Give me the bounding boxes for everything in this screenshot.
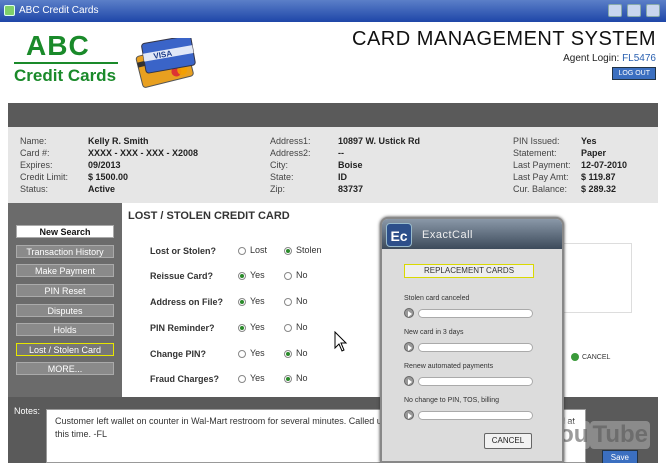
- sidebar-item-more[interactable]: MORE...: [16, 362, 114, 375]
- minimize-button[interactable]: [608, 4, 623, 17]
- radio-lost[interactable]: Lost: [238, 245, 267, 255]
- info-status: Status: Active: [20, 184, 116, 194]
- info-name: Name: Kelly R. Smith: [20, 136, 149, 146]
- sidebar-item-disputes[interactable]: Disputes: [16, 304, 114, 317]
- window-controls: [606, 4, 660, 20]
- form-side-box: [552, 243, 632, 313]
- radio-reissue-no[interactable]: No: [284, 270, 308, 280]
- sidebar-item-transaction-history[interactable]: Transaction History: [16, 245, 114, 258]
- dialog-cancel-button[interactable]: CANCEL: [484, 433, 532, 449]
- info-zip: Zip: 83737: [270, 184, 364, 194]
- form-heading: LOST / STOLEN CREDIT CARD: [128, 210, 290, 222]
- radio-pin-reminder-yes[interactable]: Yes: [238, 322, 265, 332]
- window-title: ABC Credit Cards: [19, 5, 99, 16]
- radio-icon[interactable]: [238, 246, 246, 255]
- header-band: [8, 103, 658, 127]
- sidebar-item-pin-reset[interactable]: PIN Reset: [16, 284, 114, 297]
- info-credit-limit: Credit Limit: $ 1500.00: [20, 172, 129, 182]
- info-city: City: Boise: [270, 160, 363, 170]
- info-last-payment: Last Payment: 12-07-2010: [513, 160, 628, 170]
- exactcall-logo-icon: Ec: [386, 223, 412, 247]
- exactcall-dialog: Ec ExactCall REPLACEMENT CARDS Stolen ca…: [380, 217, 564, 463]
- question-change-pin: Change PIN?: [150, 349, 207, 359]
- close-button[interactable]: [646, 4, 660, 17]
- dialog-title: ExactCall: [422, 229, 473, 241]
- sidebar-item-new-search[interactable]: New Search: [16, 225, 114, 238]
- radio-stolen[interactable]: Stolen: [284, 245, 322, 255]
- save-button[interactable]: Save: [601, 450, 638, 463]
- radio-change-pin-yes[interactable]: Yes: [238, 348, 265, 358]
- account-info-panel: Name: Kelly R. Smith Card #: XXXX - XXX - …: [8, 127, 658, 203]
- agent-login: Agent Login: FL5476: [563, 53, 656, 64]
- radio-icon[interactable]: [284, 323, 292, 332]
- script-item-label: New card in 3 days: [404, 329, 464, 336]
- info-pin-issued: PIN Issued: Yes: [513, 136, 597, 146]
- play-icon[interactable]: [404, 342, 414, 352]
- sidebar-nav: New Search Transaction History Make Paym…: [8, 203, 122, 397]
- audio-track[interactable]: [418, 309, 533, 318]
- radio-fraud-yes[interactable]: Yes: [238, 373, 265, 383]
- radio-icon[interactable]: [238, 271, 246, 280]
- radio-icon[interactable]: [284, 271, 292, 280]
- info-expires: Expires: 09/2013: [20, 160, 121, 170]
- question-pin-reminder: PIN Reminder?: [150, 323, 215, 333]
- info-cur-balance: Cur. Balance: $ 289.32: [513, 184, 617, 194]
- sidebar-item-lost-stolen-card[interactable]: Lost / Stolen Card: [16, 343, 114, 356]
- radio-address-no[interactable]: No: [284, 296, 308, 306]
- radio-reissue-yes[interactable]: Yes: [238, 270, 265, 280]
- sidebar-item-make-payment[interactable]: Make Payment: [16, 264, 114, 277]
- question-reissue-card: Reissue Card?: [150, 271, 214, 281]
- info-last-pay-amt: Last Pay Amt: $ 119.87: [513, 172, 616, 182]
- replacement-cards-tab[interactable]: REPLACEMENT CARDS: [404, 264, 534, 278]
- play-icon[interactable]: [404, 308, 414, 318]
- script-item-label: Renew automated payments: [404, 363, 494, 370]
- question-address-on-file: Address on File?: [150, 297, 224, 307]
- question-lost-or-stolen: Lost or Stolen?: [150, 246, 216, 256]
- radio-icon[interactable]: [238, 374, 246, 383]
- brand-abc: ABC: [26, 30, 90, 61]
- info-card-number: Card #: XXXX - XXX - XXX - X2008: [20, 148, 199, 158]
- radio-icon[interactable]: [238, 323, 246, 332]
- window-titlebar: ABC Credit Cards: [0, 0, 666, 22]
- radio-icon[interactable]: [284, 297, 292, 306]
- info-address1: Address1: 10897 W. Ustick Rd: [270, 136, 421, 146]
- script-item-label: No change to PIN, TOS, billing: [404, 397, 500, 404]
- radio-icon[interactable]: [284, 349, 292, 358]
- notes-label: Notes:: [14, 406, 41, 416]
- brand-underline: [14, 62, 118, 64]
- page-title: CARD MANAGEMENT SYSTEM: [352, 28, 656, 50]
- play-icon[interactable]: [404, 376, 414, 386]
- radio-fraud-no[interactable]: No: [284, 373, 308, 383]
- dialog-header: Ec ExactCall: [382, 219, 562, 249]
- radio-change-pin-no[interactable]: No: [284, 348, 308, 358]
- logout-button[interactable]: LOG OUT: [612, 67, 656, 80]
- info-address2: Address2: --: [270, 148, 344, 158]
- radio-icon[interactable]: [284, 246, 292, 255]
- brand-credit-cards: Credit Cards: [14, 66, 117, 85]
- form-cancel-button[interactable]: CANCEL: [571, 353, 610, 361]
- audio-track[interactable]: [418, 377, 533, 386]
- info-statement: Statement: Paper: [513, 148, 607, 158]
- mouse-pointer-icon: [334, 331, 348, 352]
- script-item-label: Stolen card canceled: [404, 295, 470, 302]
- agent-label: Agent Login:: [563, 53, 620, 64]
- radio-icon[interactable]: [284, 374, 292, 383]
- app-icon: [4, 5, 15, 16]
- radio-icon[interactable]: [238, 297, 246, 306]
- radio-icon[interactable]: [238, 349, 246, 358]
- audio-track[interactable]: [418, 411, 533, 420]
- cancel-icon: [571, 353, 579, 361]
- play-icon[interactable]: [404, 410, 414, 420]
- sidebar-item-holds[interactable]: Holds: [16, 323, 114, 336]
- question-fraud-charges: Fraud Charges?: [150, 374, 220, 384]
- radio-address-yes[interactable]: Yes: [238, 296, 265, 306]
- maximize-button[interactable]: [627, 4, 642, 17]
- radio-pin-reminder-no[interactable]: No: [284, 322, 308, 332]
- audio-track[interactable]: [418, 343, 533, 352]
- agent-id: FL5476: [622, 53, 656, 64]
- info-state: State: ID: [270, 172, 347, 182]
- credit-cards-icon: VISA: [135, 38, 196, 88]
